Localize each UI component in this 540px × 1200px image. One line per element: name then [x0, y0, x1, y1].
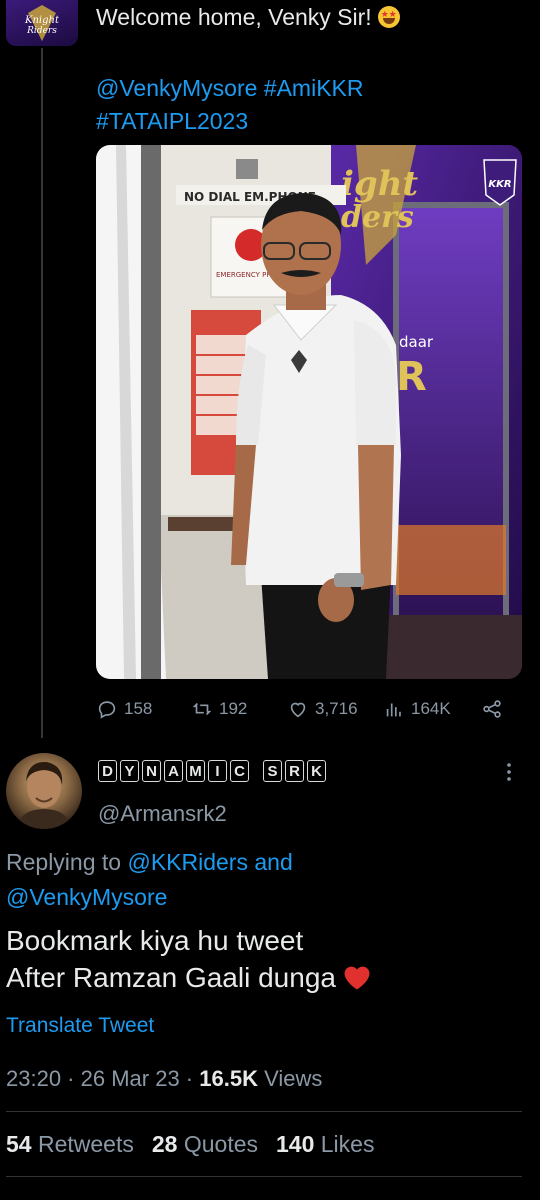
reply-views-count: 16.5K [199, 1066, 258, 1091]
star-struck-emoji-icon [377, 6, 400, 28]
photo-sign-kkr: KKR [488, 179, 511, 190]
reply-line-2: After Ramzan Gaali dunga [6, 962, 336, 993]
hashtag-line-1[interactable]: @VenkyMysore #AmiKKR [96, 72, 516, 105]
views-count: 164K [411, 699, 451, 718]
quotes-stat[interactable]: 28 Quotes [152, 1131, 258, 1158]
retweets-label: Retweets [37, 1131, 134, 1157]
reply-date: 26 Mar 23 [80, 1066, 180, 1091]
mention-kkriders[interactable]: @KKRiders [127, 849, 248, 875]
reply-avatar[interactable] [6, 753, 82, 829]
replying-and: and [254, 849, 293, 875]
retweet-action[interactable]: 192 [191, 698, 287, 720]
retweet-icon [192, 702, 212, 716]
reply-text: Bookmark kiya hu tweet After Ramzan Gaal… [6, 922, 526, 996]
svg-text:R: R [396, 354, 427, 400]
likes-label: Likes [320, 1131, 375, 1157]
retweets-count: 54 [6, 1131, 32, 1157]
tweet-text: Welcome home, Venky Sir! [96, 4, 400, 31]
tweet-hashtags: @VenkyMysore #AmiKKR #TATAIPL2023 [96, 72, 516, 138]
quotes-count: 28 [151, 1131, 178, 1157]
divider [6, 1176, 522, 1177]
reply-count: 158 [124, 699, 153, 718]
reply-display-name[interactable]: D Y N A M I C S R K [98, 760, 326, 782]
retweet-count: 192 [219, 699, 248, 718]
reply-stats: 54 Retweets 28 Quotes 140 Likes [6, 1131, 374, 1158]
thread-line [41, 48, 43, 738]
name-letter: A [164, 760, 183, 782]
name-letter: S [263, 760, 282, 782]
svg-text:ight: ight [341, 164, 418, 204]
name-space [252, 760, 260, 782]
reply-timestamp: 23:20 · 26 Mar 23 · 16.5K Views [6, 1066, 323, 1091]
mention-venkymysore[interactable]: @VenkyMysore [6, 884, 167, 910]
svg-text:ders: ders [341, 200, 414, 235]
tweet-photo[interactable]: ight ders daar R KKR NO DIAL EM.PHONE EM… [96, 145, 522, 679]
avatar-portrait [16, 761, 72, 829]
quotes-label: Quotes [183, 1131, 258, 1157]
name-letter: C [230, 760, 249, 782]
reply-handle[interactable]: @Armansrk2 [98, 801, 227, 827]
name-letter: Y [120, 760, 139, 782]
kkr-logo-icon: Knight Riders [24, 5, 60, 41]
kkr-avatar[interactable]: Knight Riders [6, 0, 78, 46]
hashtag-line-2[interactable]: #TATAIPL2023 [96, 105, 516, 138]
translate-tweet-link[interactable]: Translate Tweet [6, 1014, 154, 1038]
replying-to: Replying to @KKRiders and @VenkyMysore [6, 845, 406, 915]
likes-count: 140 [276, 1131, 315, 1157]
svg-text:Knight: Knight [24, 15, 60, 26]
name-letter: K [307, 760, 326, 782]
tweet-welcome-text: Welcome home, Venky Sir! [96, 4, 372, 30]
likes-stat[interactable]: 140 Likes [276, 1131, 374, 1158]
share-icon [483, 700, 501, 718]
svg-text:Riders: Riders [26, 26, 57, 36]
tweet-action-bar: 158 192 3,716 164K [96, 695, 516, 723]
reply-time: 23:20 [6, 1066, 62, 1091]
views-bar-icon [386, 703, 401, 717]
name-letter: M [186, 760, 205, 782]
photo-sign-daar: daar [399, 333, 434, 351]
photo-illustration: ight ders daar R KKR NO DIAL EM.PHONE EM… [96, 145, 522, 679]
reply-line-1: Bookmark kiya hu tweet [6, 925, 304, 956]
replying-prefix: Replying to [6, 849, 122, 875]
share-action[interactable] [481, 698, 503, 720]
reply-icon [98, 701, 116, 719]
red-heart-emoji-icon [344, 966, 370, 990]
divider [6, 1111, 522, 1112]
retweets-stat[interactable]: 54 Retweets [6, 1131, 134, 1158]
heart-outline-icon [290, 702, 306, 718]
reply-action[interactable]: 158 [96, 698, 191, 720]
name-letter: R [285, 760, 304, 782]
more-options-icon[interactable] [504, 762, 514, 782]
reply-views-label: Views [264, 1066, 323, 1091]
name-letter: I [208, 760, 227, 782]
like-count: 3,716 [315, 699, 358, 718]
reply-line-2-wrap: After Ramzan Gaali dunga [6, 959, 526, 996]
name-letter: D [98, 760, 117, 782]
views-action[interactable]: 164K [383, 698, 481, 720]
like-action[interactable]: 3,716 [287, 698, 383, 720]
name-letter: N [142, 760, 161, 782]
